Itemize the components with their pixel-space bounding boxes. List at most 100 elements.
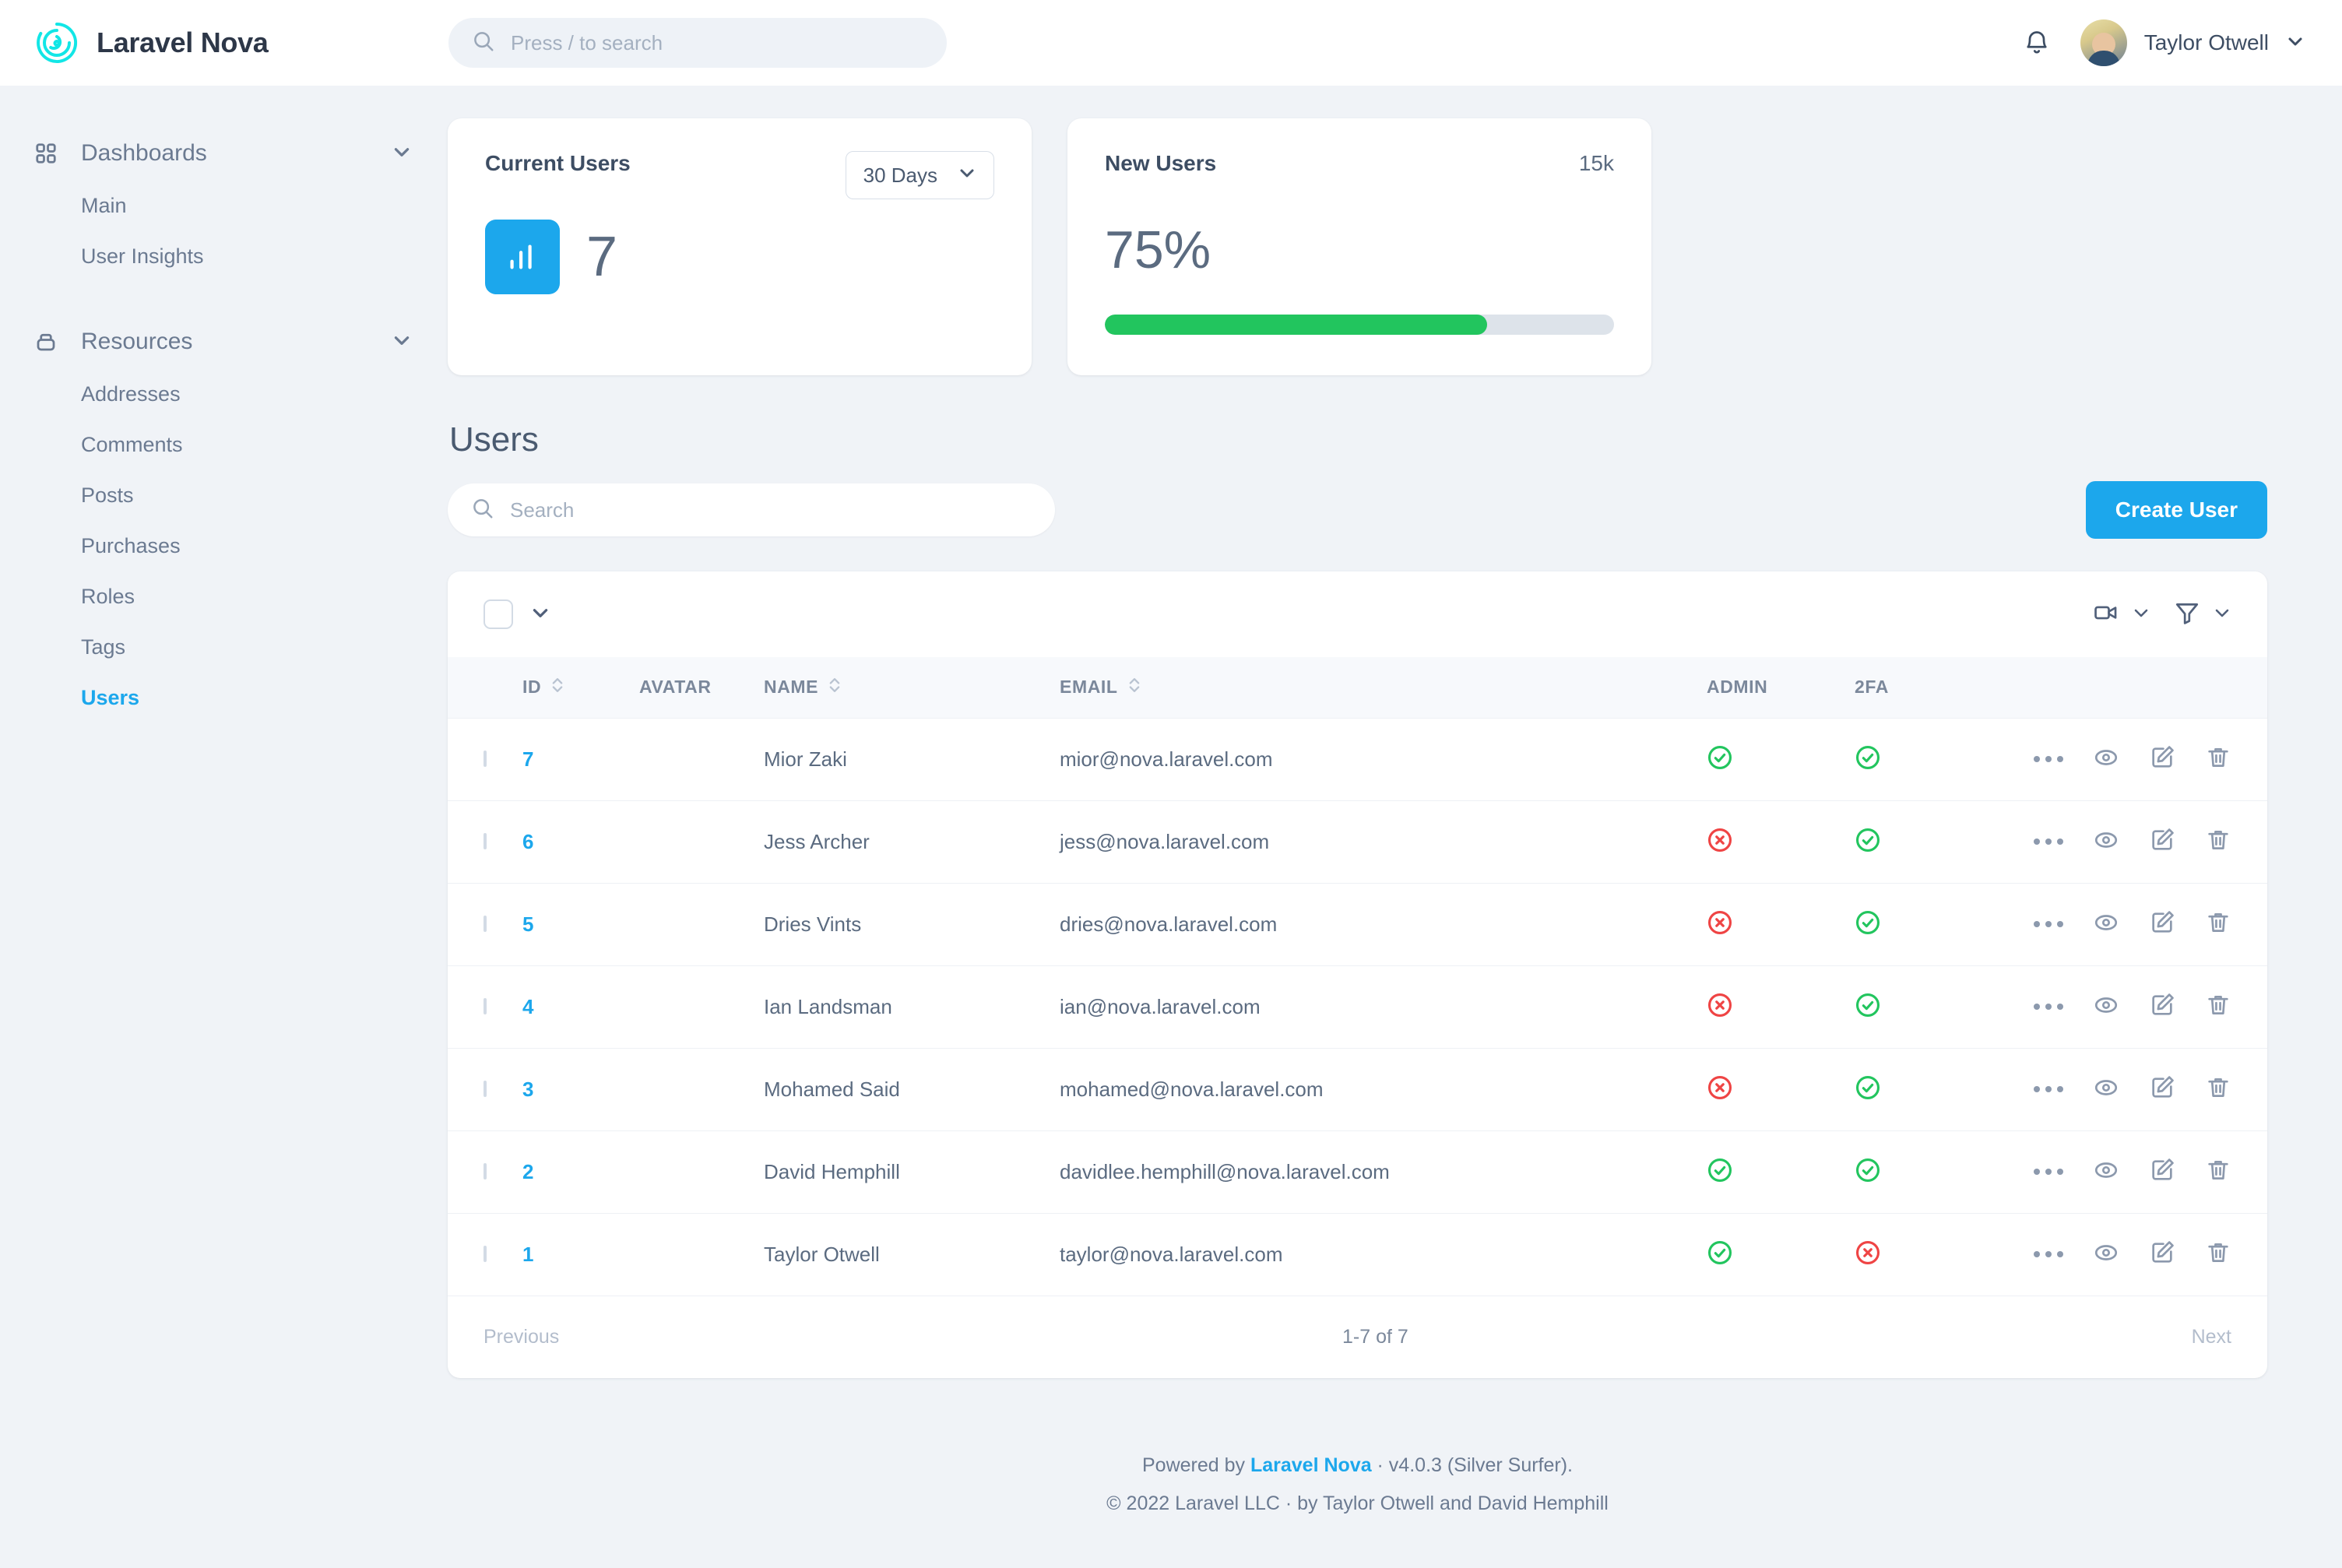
row-name-cell: Dries Vints [764, 882, 1060, 965]
row-checkbox[interactable] [484, 1163, 487, 1180]
row-delete-button[interactable] [2205, 1239, 2231, 1270]
row-edit-button[interactable] [2149, 827, 2175, 857]
row-name-cell: David Hemphill [764, 1130, 1060, 1213]
global-search-input[interactable]: Press / to search [448, 18, 947, 68]
column-header-name[interactable]: NAME [764, 657, 1060, 718]
row-delete-button[interactable] [2205, 992, 2231, 1022]
column-header-avatar: AVATAR [639, 657, 764, 718]
row-delete-button[interactable] [2205, 1157, 2231, 1187]
row-checkbox[interactable] [484, 916, 487, 932]
row-id-link[interactable]: 2 [522, 1160, 533, 1183]
row-id-link[interactable]: 3 [522, 1078, 533, 1101]
footer-nova-link[interactable]: Laravel Nova [1250, 1454, 1372, 1476]
sidebar-item-purchases[interactable]: Purchases [0, 521, 448, 571]
table-row[interactable]: 6 Jess Archer jess@nova.laravel.com [448, 800, 2267, 883]
ellipsis-icon [2034, 756, 2063, 762]
column-header-id[interactable]: ID [522, 657, 639, 718]
row-more-button[interactable] [2034, 1169, 2063, 1175]
row-view-button[interactable] [2093, 744, 2119, 775]
sidebar-item-user-insights[interactable]: User Insights [0, 231, 448, 282]
row-view-button[interactable] [2093, 1157, 2119, 1187]
table-row[interactable]: 4 Ian Landsman ian@nova.laravel.com [448, 965, 2267, 1048]
row-more-button[interactable] [2034, 756, 2063, 762]
sidebar-item-tags[interactable]: Tags [0, 622, 448, 673]
row-delete-button[interactable] [2205, 744, 2231, 775]
row-edit-button[interactable] [2149, 909, 2175, 940]
row-edit-button[interactable] [2149, 1157, 2175, 1187]
row-delete-button[interactable] [2205, 827, 2231, 857]
ellipsis-icon [2034, 921, 2063, 927]
row-edit-button[interactable] [2149, 744, 2175, 775]
row-name: Mohamed Said [764, 1077, 900, 1101]
search-input[interactable]: Search [448, 483, 1055, 536]
next-page-button[interactable]: Next [2192, 1326, 2231, 1348]
row-more-button[interactable] [2034, 1086, 2063, 1092]
brand[interactable]: Laravel Nova [0, 20, 436, 65]
ellipsis-icon [2034, 838, 2063, 845]
row-checkbox[interactable] [484, 998, 487, 1014]
row-edit-button[interactable] [2149, 992, 2175, 1022]
select-all-checkbox[interactable] [484, 599, 513, 629]
row-name-cell: Ian Landsman [764, 965, 1060, 1048]
row-view-button[interactable] [2093, 1074, 2119, 1105]
sidebar-group-resources[interactable]: Resources [0, 315, 448, 369]
row-id-link[interactable]: 4 [522, 995, 533, 1018]
row-delete-button[interactable] [2205, 909, 2231, 940]
range-select[interactable]: 30 Days [845, 151, 994, 199]
sidebar-group-label: Dashboards [81, 140, 207, 166]
row-view-button[interactable] [2093, 827, 2119, 857]
sidebar-item-users[interactable]: Users [0, 673, 448, 723]
row-email: davidlee.hemphill@nova.laravel.com [1060, 1159, 1390, 1183]
table-row[interactable]: 2 David Hemphill davidlee.hemphill@nova.la… [448, 1130, 2267, 1213]
row-more-button[interactable] [2034, 838, 2063, 845]
row-edit-button[interactable] [2149, 1074, 2175, 1105]
previous-page-button[interactable]: Previous [484, 1326, 559, 1348]
sidebar-item-main[interactable]: Main [0, 181, 448, 231]
sidebar-group-dashboards[interactable]: Dashboards [0, 126, 448, 181]
sidebar-item-roles[interactable]: Roles [0, 571, 448, 622]
row-view-button[interactable] [2093, 909, 2119, 940]
row-id-link[interactable]: 1 [522, 1243, 533, 1266]
row-id-link[interactable]: 7 [522, 747, 533, 771]
row-more-button[interactable] [2034, 1251, 2063, 1258]
row-id-link[interactable]: 6 [522, 830, 533, 853]
row-id-link[interactable]: 5 [522, 912, 533, 936]
table-toolbar [448, 571, 2267, 657]
user-menu[interactable]: Taylor Otwell [2080, 19, 2305, 66]
sidebar-item-comments[interactable]: Comments [0, 420, 448, 470]
preview-mode-control[interactable] [2093, 599, 2150, 630]
row-view-button[interactable] [2093, 1239, 2119, 1270]
row-more-button[interactable] [2034, 921, 2063, 927]
filter-control[interactable] [2174, 599, 2231, 630]
create-user-button[interactable]: Create User [2085, 481, 2267, 539]
row-checkbox[interactable] [484, 1246, 487, 1263]
column-label-admin: ADMIN [1707, 677, 1768, 698]
row-name-cell: Mior Zaki [764, 717, 1060, 800]
row-checkbox[interactable] [484, 833, 487, 849]
row-actions-cell [2003, 1130, 2267, 1213]
row-delete-button[interactable] [2205, 1074, 2231, 1105]
table-row[interactable]: 5 Dries Vints dries@nova.laravel.com [448, 882, 2267, 965]
app-shell: Dashboards Main User Insights Resources [0, 86, 2342, 1568]
sidebar-item-posts[interactable]: Posts [0, 470, 448, 521]
chevron-down-icon[interactable] [530, 603, 550, 627]
row-more-button[interactable] [2034, 1004, 2063, 1010]
table-row[interactable]: 1 Taylor Otwell taylor@nova.laravel.com [448, 1212, 2267, 1296]
ellipsis-icon [2034, 1004, 2063, 1010]
metric-percent-value: 75% [1105, 220, 1211, 279]
row-edit-button[interactable] [2149, 1239, 2175, 1270]
bell-icon[interactable] [2020, 26, 2054, 60]
row-view-button[interactable] [2093, 992, 2119, 1022]
check-circle-icon [1855, 828, 1881, 856]
table-row[interactable]: 7 Mior Zaki mior@nova.laravel.com [448, 717, 2267, 800]
check-circle-icon [1707, 1158, 1733, 1187]
chevron-down-icon [392, 330, 412, 354]
row-admin-cell [1707, 1047, 1855, 1130]
table-row[interactable]: 3 Mohamed Said mohamed@nova.laravel.com [448, 1047, 2267, 1130]
trash-icon [2205, 1157, 2231, 1187]
metric-total: 15k [1578, 151, 1614, 175]
column-header-email[interactable]: EMAIL [1060, 657, 1707, 718]
sidebar-item-addresses[interactable]: Addresses [0, 369, 448, 420]
row-checkbox[interactable] [484, 1081, 487, 1097]
row-checkbox[interactable] [484, 751, 487, 767]
